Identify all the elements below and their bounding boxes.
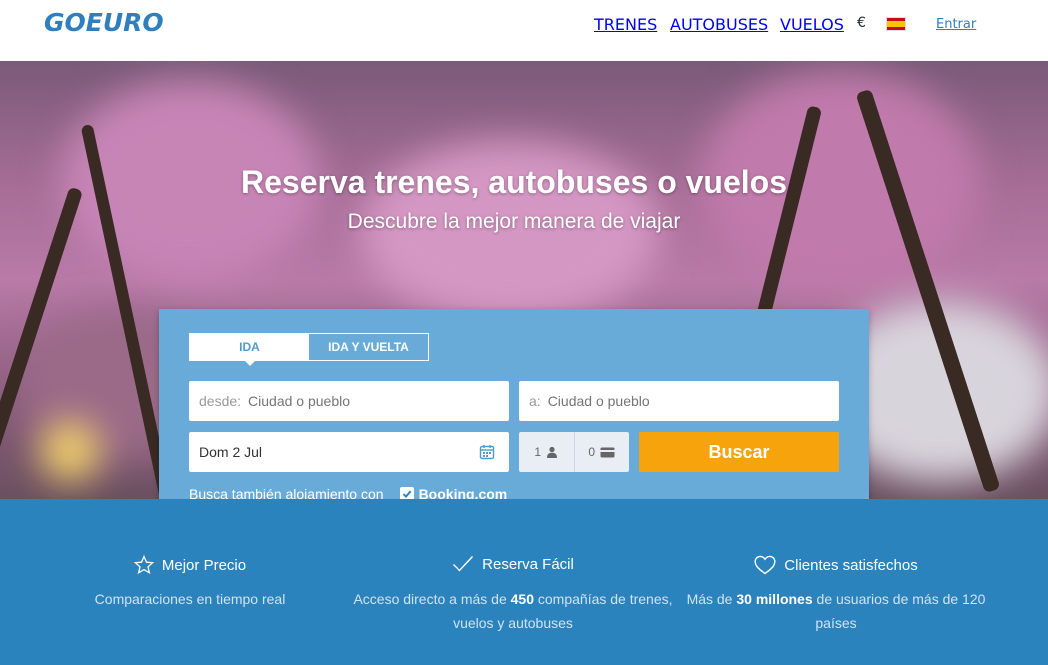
nav-buses-link[interactable]: AUTOBUSES — [670, 15, 768, 34]
to-prefix: a: — [529, 393, 541, 409]
from-input[interactable] — [248, 393, 509, 409]
features-section: Mejor Precio Comparaciones en tiempo rea… — [0, 499, 1048, 665]
nav-trains-link[interactable]: TRENES — [594, 15, 657, 34]
from-field[interactable]: desde: — [189, 381, 509, 421]
feature-description: Comparaciones en tiempo real — [94, 591, 286, 607]
adults-count: 1 — [534, 445, 542, 459]
calendar-icon[interactable] — [479, 444, 495, 460]
search-panel: IDA IDA Y VUELTA desde: a: Dom 2 Jul 1 — [159, 309, 869, 529]
discount-cards-selector[interactable]: 0 — [573, 432, 630, 472]
tab-one-way[interactable]: IDA — [190, 334, 309, 366]
currency-selector[interactable]: € — [857, 15, 866, 31]
trip-type-tabs: IDA IDA Y VUELTA — [189, 333, 429, 366]
check-icon — [453, 556, 474, 572]
checkmark-icon — [402, 490, 411, 499]
date-value: Dom 2 Jul — [199, 444, 263, 460]
date-field[interactable]: Dom 2 Jul — [189, 432, 509, 472]
spain-flag-icon[interactable] — [886, 17, 906, 31]
to-input[interactable] — [547, 393, 839, 409]
top-header: GOEURO TRENES AUTOBUSES VUELOS € Entrar — [0, 0, 1048, 61]
discount-cards-count: 0 — [588, 445, 596, 459]
tab-round-trip[interactable]: IDA Y VUELTA — [309, 334, 428, 360]
card-icon — [600, 447, 615, 457]
feature-description: Más de 30 millones de usuarios de más de… — [686, 591, 986, 631]
search-button[interactable]: Buscar — [639, 432, 839, 472]
adults-selector[interactable]: 1 — [519, 432, 574, 472]
passengers-selector[interactable]: 1 0 — [519, 432, 629, 472]
to-field[interactable]: a: — [519, 381, 839, 421]
heart-icon — [754, 555, 776, 575]
feature-description: Acceso directo a más de 450 compañías de… — [353, 591, 673, 631]
person-icon — [547, 446, 558, 458]
star-icon — [133, 555, 154, 575]
nav-flights-link[interactable]: VUELOS — [780, 15, 844, 34]
hero-title: Reserva trenes, autobuses o vuelos — [241, 164, 787, 200]
from-prefix: desde: — [199, 393, 242, 409]
goeuro-logo[interactable]: GOEURO — [44, 8, 164, 37]
feature-title: Reserva Fácil — [482, 555, 574, 573]
feature-title: Clientes satisfechos — [784, 556, 918, 574]
feature-title: Mejor Precio — [161, 556, 247, 574]
login-link[interactable]: Entrar — [936, 17, 976, 32]
hero-subtitle: Descubre la mejor manera de viajar — [347, 210, 681, 233]
